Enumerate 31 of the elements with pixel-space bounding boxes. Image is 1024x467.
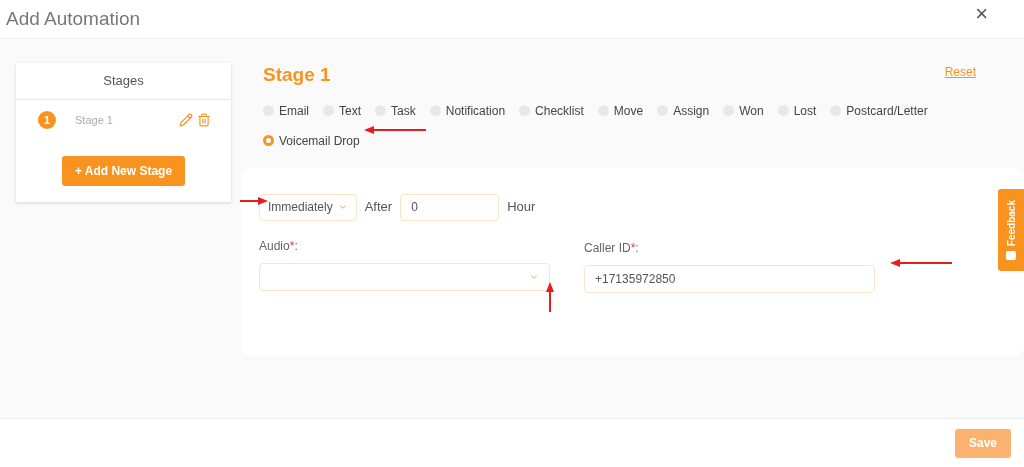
close-button[interactable]: × [975, 3, 988, 25]
field-label: Caller ID*: [584, 239, 640, 257]
delete-icon[interactable] [197, 113, 211, 127]
after-label: After [364, 198, 393, 217]
after-input[interactable]: 0 [400, 193, 500, 221]
unit-label: Hour [507, 198, 536, 217]
annotation-arrow [890, 259, 952, 267]
type-radio[interactable]: Task [375, 101, 416, 120]
audio-dropdown[interactable] [259, 262, 550, 291]
stage-name: Stage 1 [75, 112, 114, 128]
type-radio[interactable]: Email [263, 101, 309, 120]
type-radio[interactable]: Lost [777, 101, 817, 120]
caller-id-input[interactable]: +17135972850 [584, 264, 875, 293]
chevron-down-icon [337, 202, 348, 212]
type-radio[interactable]: Checklist [519, 101, 584, 120]
type-radio[interactable]: Voicemail Drop [263, 131, 360, 150]
annotation-arrow [364, 126, 426, 134]
type-radio[interactable]: Assign [657, 101, 710, 120]
type-radio[interactable]: Won [723, 101, 764, 120]
annotation-arrow [240, 197, 268, 205]
edit-icon[interactable] [179, 113, 193, 127]
annotation-arrow [546, 282, 554, 312]
type-radio[interactable]: Move [597, 101, 644, 120]
type-radio[interactable]: Text [323, 101, 362, 120]
field-label: Audio*: [259, 237, 299, 255]
stage-title: Stage 1 [263, 63, 331, 87]
type-radio[interactable]: Notification [429, 101, 506, 120]
panel-title: Stages [103, 72, 144, 91]
type-radio[interactable]: Postcard/Letter [830, 101, 928, 120]
stage-number: 1 [38, 111, 56, 129]
window-title: Add Automation [6, 6, 141, 31]
